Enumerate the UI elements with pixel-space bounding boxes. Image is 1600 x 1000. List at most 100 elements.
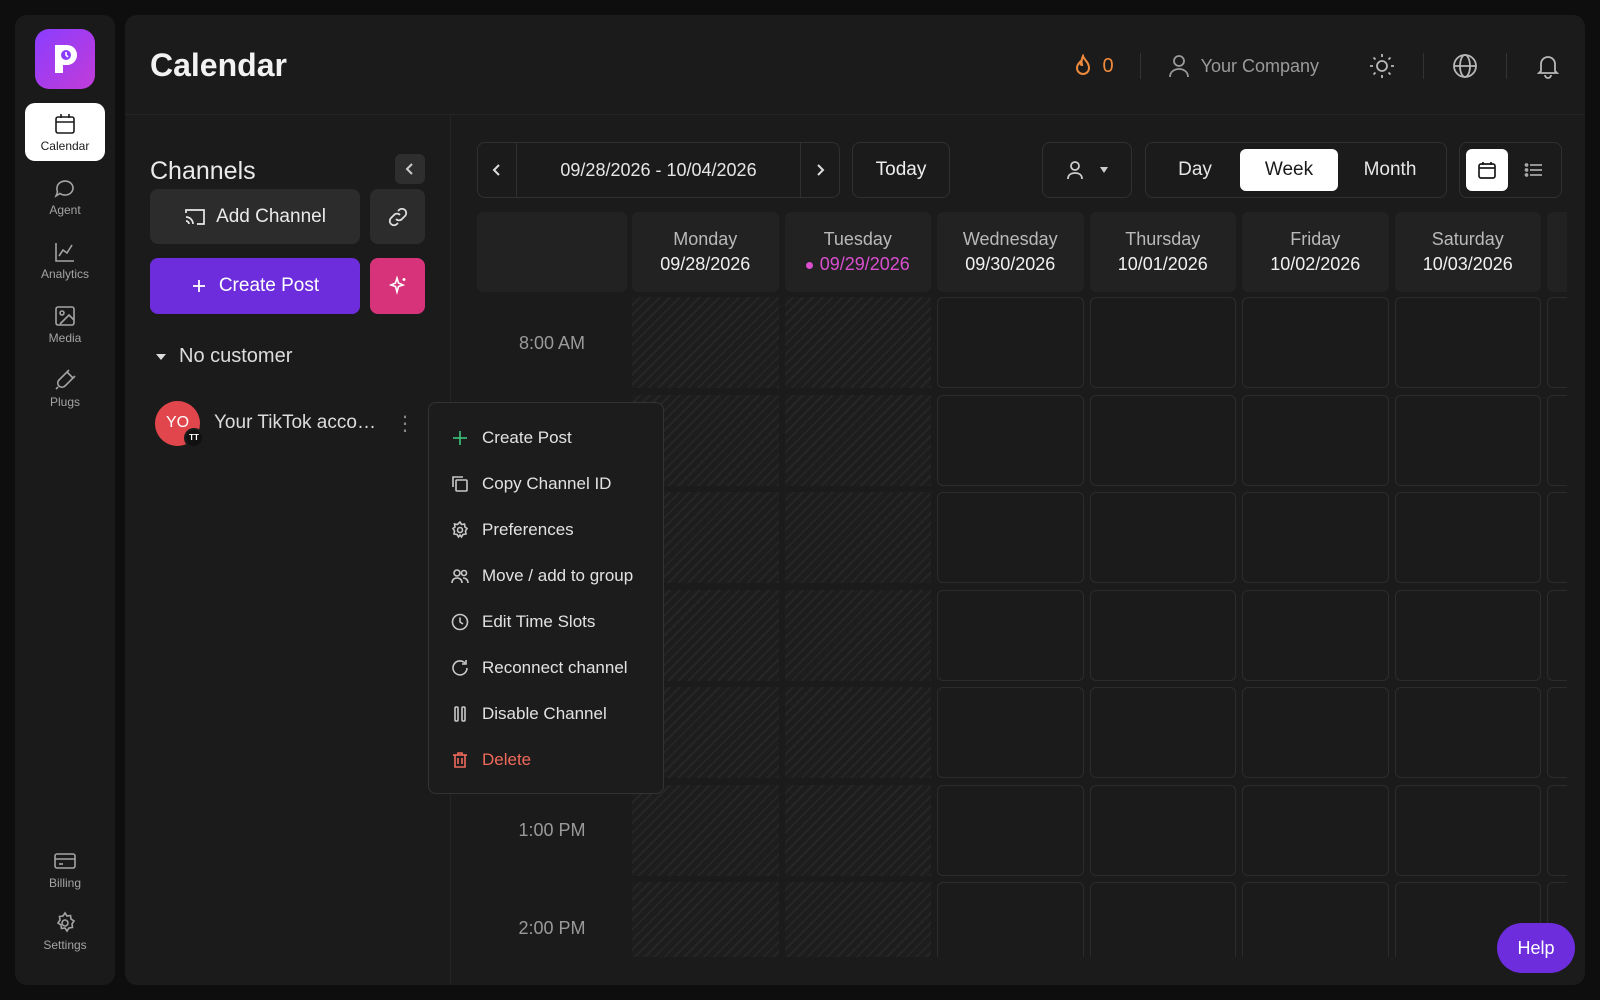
channel-item[interactable]: YO TT Your TikTok account ⋮ xyxy=(155,398,415,448)
view-week-button[interactable]: Week xyxy=(1240,149,1338,191)
menu-item-create-post[interactable]: Create Post xyxy=(429,415,663,461)
time-slot[interactable] xyxy=(1242,297,1389,388)
time-slot[interactable] xyxy=(784,394,931,486)
menu-item-preferences[interactable]: Preferences xyxy=(429,507,663,553)
view-month-button[interactable]: Month xyxy=(1338,149,1442,191)
calendar-icon xyxy=(1477,162,1496,179)
time-slot[interactable] xyxy=(1547,297,1567,388)
time-slot[interactable] xyxy=(937,297,1084,388)
menu-item-disable-channel[interactable]: Disable Channel xyxy=(429,691,663,737)
nav-item-analytics[interactable]: Analytics xyxy=(25,231,105,289)
app-logo[interactable] xyxy=(35,29,95,89)
time-slot[interactable] xyxy=(1242,687,1389,778)
time-slot[interactable] xyxy=(784,882,931,957)
time-slot[interactable] xyxy=(1547,687,1567,778)
time-slot[interactable] xyxy=(784,297,931,388)
time-slot[interactable] xyxy=(937,589,1084,681)
today-button[interactable]: Today xyxy=(852,142,950,198)
time-slot[interactable] xyxy=(1089,297,1236,388)
time-slot[interactable] xyxy=(937,687,1084,778)
time-slot[interactable] xyxy=(1242,882,1389,957)
time-slot[interactable] xyxy=(784,784,931,876)
day-date-text: 10/01/2026 xyxy=(1117,254,1208,274)
nav-item-label: Media xyxy=(48,330,82,345)
list-layout-button[interactable] xyxy=(1514,149,1556,191)
theme-toggle-button[interactable] xyxy=(1369,53,1395,79)
time-slot[interactable] xyxy=(784,589,931,681)
date-range-navigator: 09/28/2026 - 10/04/2026 xyxy=(477,142,840,198)
customer-group-toggle[interactable]: No customer xyxy=(155,345,292,368)
time-slot[interactable] xyxy=(1089,492,1236,583)
time-slot[interactable] xyxy=(1242,394,1389,486)
users-icon xyxy=(451,569,469,584)
nav-item-plugs[interactable]: Plugs xyxy=(25,359,105,417)
time-slot[interactable] xyxy=(1547,589,1567,681)
menu-item-edit-time-slots[interactable]: Edit Time Slots xyxy=(429,599,663,645)
time-slot[interactable] xyxy=(1547,784,1567,876)
time-slot[interactable] xyxy=(632,882,779,957)
time-slot[interactable] xyxy=(1394,687,1541,778)
menu-item-delete[interactable]: Delete xyxy=(429,737,663,783)
time-slot[interactable] xyxy=(937,492,1084,583)
ai-generate-button[interactable] xyxy=(370,258,425,314)
time-slot[interactable] xyxy=(1242,492,1389,583)
time-slot[interactable] xyxy=(1089,784,1236,876)
streak-counter[interactable]: 0 xyxy=(1072,54,1137,78)
time-slot[interactable] xyxy=(784,687,931,778)
next-week-button[interactable] xyxy=(801,143,839,197)
time-slot[interactable] xyxy=(937,882,1084,957)
calendar-icon xyxy=(55,113,75,134)
time-slot[interactable] xyxy=(1089,589,1236,681)
nav-item-agent[interactable]: Agent xyxy=(25,167,105,225)
day-date-text: 09/29/2026 xyxy=(819,254,910,274)
time-slot[interactable] xyxy=(1394,784,1541,876)
time-slot[interactable] xyxy=(1394,589,1541,681)
time-slot[interactable] xyxy=(1089,687,1236,778)
time-slot[interactable] xyxy=(937,784,1084,876)
gear-icon xyxy=(451,521,469,539)
previous-week-button[interactable] xyxy=(478,143,516,197)
add-channel-button[interactable]: Add Channel xyxy=(150,189,360,244)
create-post-button[interactable]: Create Post xyxy=(150,258,360,314)
menu-item-reconnect-channel[interactable]: Reconnect channel xyxy=(429,645,663,691)
time-slot[interactable] xyxy=(1547,492,1567,583)
time-slot[interactable] xyxy=(937,394,1084,486)
language-button[interactable] xyxy=(1452,53,1478,79)
menu-item-copy-channel-id[interactable]: Copy Channel ID xyxy=(429,461,663,507)
collapse-channels-button[interactable] xyxy=(395,154,425,184)
calendar-layout-button[interactable] xyxy=(1466,149,1508,191)
nav-item-calendar[interactable]: Calendar xyxy=(25,103,105,161)
time-slot[interactable] xyxy=(1089,394,1236,486)
streak-count: 0 xyxy=(1102,54,1114,77)
menu-item-label: Disable Channel xyxy=(482,704,607,723)
nav-item-label: Analytics xyxy=(40,266,90,281)
avatar: YO TT xyxy=(155,400,204,448)
day-date: 09/30/2026 xyxy=(965,254,1055,275)
nav-item-media[interactable]: Media xyxy=(25,295,105,353)
time-slot[interactable] xyxy=(1394,297,1541,388)
notifications-button[interactable] xyxy=(1535,53,1561,79)
day-name: Thursday xyxy=(1125,229,1201,249)
time-slot[interactable] xyxy=(1242,589,1389,681)
customer-link-button[interactable] xyxy=(370,189,425,244)
time-slot[interactable] xyxy=(1394,492,1541,583)
plus-icon xyxy=(453,431,467,445)
time-slot[interactable] xyxy=(1242,784,1389,876)
date-range-label[interactable]: 09/28/2026 - 10/04/2026 xyxy=(516,143,801,197)
day-date: 10/01/2026 xyxy=(1118,254,1208,275)
view-day-button[interactable]: Day xyxy=(1150,149,1240,191)
time-slot[interactable] xyxy=(1547,394,1567,486)
time-slot[interactable] xyxy=(1089,882,1236,957)
channel-menu-button[interactable]: ⋮ xyxy=(395,411,415,436)
time-slot[interactable] xyxy=(784,492,931,583)
nav-item-settings[interactable]: Settings xyxy=(25,902,105,960)
menu-item-move-add-to-group[interactable]: Move / add to group xyxy=(429,553,663,599)
time-slot[interactable] xyxy=(632,297,779,388)
customer-select[interactable] xyxy=(1042,142,1132,198)
nav-item-billing[interactable]: Billing xyxy=(25,840,105,898)
time-slot[interactable] xyxy=(632,784,779,876)
company-selector[interactable]: Your Company xyxy=(1143,53,1343,79)
left-nav-rail: Calendar Agent Analytics Media Plugs Billing… xyxy=(15,15,115,985)
time-slot[interactable] xyxy=(1394,394,1541,486)
help-button[interactable]: Help xyxy=(1497,923,1575,973)
